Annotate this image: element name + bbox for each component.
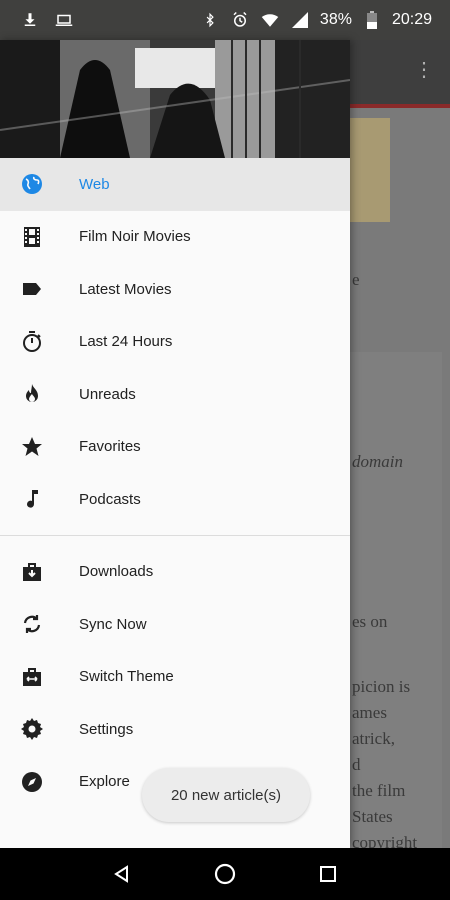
more-options-icon: ⋮ bbox=[414, 59, 434, 81]
drawer-item-label: Last 24 Hours bbox=[79, 333, 173, 351]
drawer-item-label: Switch Theme bbox=[79, 668, 174, 686]
drawer-item-label: Web bbox=[79, 175, 110, 193]
recents-icon[interactable] bbox=[313, 859, 343, 889]
system-navigation-bar bbox=[0, 848, 450, 900]
clock-time: 20:29 bbox=[391, 11, 432, 28]
drawer-item-label: Settings bbox=[79, 720, 134, 738]
drawer-item-label: Favorites bbox=[79, 438, 141, 456]
drawer-item-podcasts[interactable]: Podcasts bbox=[0, 473, 350, 526]
drawer-item-downloads[interactable]: Downloads bbox=[0, 546, 350, 599]
laptop-icon bbox=[54, 10, 74, 30]
background-text: the film bbox=[352, 781, 406, 800]
star-icon bbox=[20, 435, 44, 459]
timer-icon bbox=[20, 330, 44, 354]
sync-icon bbox=[20, 612, 44, 636]
wifi-icon bbox=[260, 10, 280, 30]
drawer-item-sync-now[interactable]: Sync Now bbox=[0, 598, 350, 651]
drawer-item-switch-theme[interactable]: Switch Theme bbox=[0, 651, 350, 704]
home-icon[interactable] bbox=[210, 859, 240, 889]
background-text: e bbox=[352, 270, 360, 289]
battery-icon bbox=[362, 10, 382, 30]
drawer-item-label: Sync Now bbox=[79, 615, 147, 633]
flame-icon bbox=[20, 382, 44, 406]
drawer-item-label: Film Noir Movies bbox=[79, 228, 191, 246]
background-text: atrick, bbox=[352, 729, 395, 748]
bluetooth-icon bbox=[200, 10, 220, 30]
navigation-drawer: Web Film Noir Movies Latest Movies Last … bbox=[0, 40, 350, 848]
drawer-item-film-noir-movies[interactable]: Film Noir Movies bbox=[0, 211, 350, 264]
drawer-item-label: Downloads bbox=[79, 563, 154, 581]
drawer-primary-list: Web Film Noir Movies Latest Movies Last … bbox=[0, 158, 350, 526]
battery-text: 38% bbox=[319, 11, 352, 28]
new-articles-snackbar[interactable]: 20 new article(s) bbox=[142, 768, 310, 822]
background-text: copyright bbox=[352, 833, 418, 848]
background-thumbnail bbox=[350, 118, 390, 222]
drawer-item-favorites[interactable]: Favorites bbox=[0, 421, 350, 474]
switch-theme-icon bbox=[20, 665, 44, 689]
compass-icon bbox=[20, 770, 44, 794]
background-text: d bbox=[352, 755, 361, 774]
background-text: States bbox=[352, 807, 393, 826]
drawer-item-settings[interactable]: Settings bbox=[0, 703, 350, 756]
background-text: ames bbox=[352, 703, 387, 722]
downloads-icon bbox=[20, 560, 44, 584]
globe-icon bbox=[20, 172, 44, 196]
drawer-item-unreads[interactable]: Unreads bbox=[0, 368, 350, 421]
status-bar: 38% 20:29 bbox=[0, 0, 450, 40]
alarm-icon bbox=[230, 10, 250, 30]
drawer-item-web[interactable]: Web bbox=[0, 158, 350, 211]
drawer-item-label: Podcasts bbox=[79, 490, 141, 508]
download-icon bbox=[20, 10, 40, 30]
background-card bbox=[350, 352, 442, 848]
drawer-header-image bbox=[0, 40, 350, 158]
film-icon bbox=[20, 225, 44, 249]
drawer-item-label: Explore bbox=[79, 773, 130, 791]
gear-icon bbox=[20, 717, 44, 741]
drawer-item-latest-movies[interactable]: Latest Movies bbox=[0, 263, 350, 316]
background-text: domain bbox=[352, 452, 403, 471]
drawer-item-label: Unreads bbox=[79, 385, 136, 403]
background-text: es on bbox=[352, 612, 388, 631]
back-icon[interactable] bbox=[107, 859, 137, 889]
signal-icon bbox=[290, 10, 310, 30]
label-icon bbox=[20, 277, 44, 301]
drawer-item-last-24-hours[interactable]: Last 24 Hours bbox=[0, 316, 350, 369]
drawer-divider bbox=[0, 534, 350, 536]
music-note-icon bbox=[20, 487, 44, 511]
background-text: picion is bbox=[352, 677, 411, 696]
drawer-item-label: Latest Movies bbox=[79, 280, 172, 298]
